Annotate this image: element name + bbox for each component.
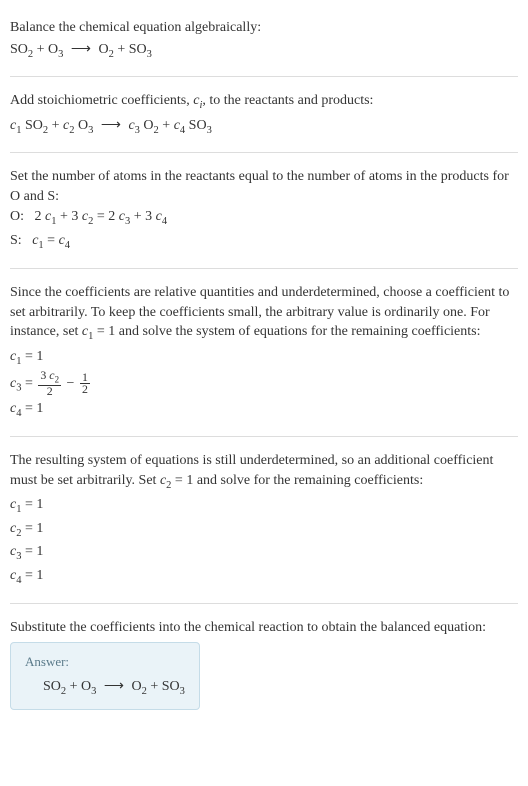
step2-equation: c1 SO2 + c2 O3 ⟶ c3 O2 + c4 SO3: [10, 116, 518, 138]
c3-value: c3 = 3 c22 − 12: [10, 370, 518, 397]
step-atom-balance: Set the number of atoms in the reactants…: [10, 157, 518, 264]
step3-text: Set the number of atoms in the reactants…: [10, 167, 518, 206]
step-set-c2: The resulting system of equations is sti…: [10, 441, 518, 599]
divider: [10, 76, 518, 77]
step-set-c1: Since the coefficients are relative quan…: [10, 273, 518, 432]
step1-equation: SO2 + O3 ⟶ O2 + SO3: [10, 40, 518, 62]
step5-text: The resulting system of equations is sti…: [10, 451, 518, 493]
divider: [10, 603, 518, 604]
divider: [10, 436, 518, 437]
c3-final: c3 = 1: [10, 542, 518, 564]
oxygen-balance: O: 2 c1 + 3 c2 = 2 c3 + 3 c4: [10, 207, 518, 229]
c1-value: c1 = 1: [10, 347, 518, 369]
answer-box: Answer: SO2 + O3 ⟶ O2 + SO3: [10, 642, 200, 711]
c1-final: c1 = 1: [10, 495, 518, 517]
step-add-coefficients: Add stoichiometric coefficients, ci, to …: [10, 81, 518, 148]
step-balance-intro: Balance the chemical equation algebraica…: [10, 8, 518, 72]
c4-final: c4 = 1: [10, 566, 518, 588]
divider: [10, 268, 518, 269]
sulfur-balance: S: c1 = c4: [10, 231, 518, 253]
c4-value: c4 = 1: [10, 399, 518, 421]
step1-text: Balance the chemical equation algebraica…: [10, 18, 518, 38]
answer-label: Answer:: [25, 653, 185, 671]
answer-equation: SO2 + O3 ⟶ O2 + SO3: [25, 677, 185, 699]
step4-text: Since the coefficients are relative quan…: [10, 283, 518, 345]
coef-list-2: c1 = 1 c2 = 1 c3 = 1 c4 = 1: [10, 495, 518, 588]
coef-list-1: c1 = 1 c3 = 3 c22 − 12 c4 = 1: [10, 347, 518, 421]
step6-text: Substitute the coefficients into the che…: [10, 618, 518, 638]
step-substitute: Substitute the coefficients into the che…: [10, 608, 518, 720]
c2-final: c2 = 1: [10, 519, 518, 541]
step2-text: Add stoichiometric coefficients, ci, to …: [10, 91, 518, 113]
divider: [10, 152, 518, 153]
